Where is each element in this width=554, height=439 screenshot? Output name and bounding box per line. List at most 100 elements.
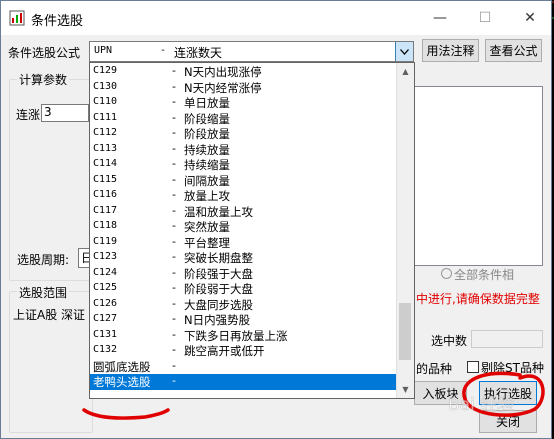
add-to-block-button[interactable]: 入板块 [414, 381, 467, 405]
dropdown-item-code: C123 [93, 251, 118, 262]
formula-select[interactable]: UPN - 连涨数天 [89, 41, 414, 62]
selected-count-label: 选中数 [431, 334, 468, 348]
dropdown-item-sep: - [172, 358, 176, 372]
formula-selected-code: UPN [94, 45, 113, 56]
dropdown-item[interactable]: C132 - 跳空高开或低开 [90, 343, 399, 359]
dropdown-item-sep: - [172, 281, 176, 294]
title-bar: 条件选股 — ☐ ✕ [1, 1, 551, 35]
exclude-st-checkbox[interactable] [467, 361, 479, 373]
dropdown-item-name: 突破长期盘整 [184, 251, 253, 265]
dropdown-item[interactable]: C114 - 持续缩量 [90, 157, 399, 173]
dropdown-item[interactable]: C116 - 放量上攻 [90, 188, 399, 204]
dropdown-item-sep: - [172, 296, 176, 310]
dropdown-item-sep: - [172, 374, 176, 387]
usage-notes-button[interactable]: 用法注释 [422, 39, 479, 62]
dropdown-item-sep: - [172, 250, 176, 263]
close-button[interactable]: 关闭 [479, 410, 537, 433]
dropdown-item-code: C129 [93, 65, 118, 76]
minimize-button[interactable]: — [417, 1, 463, 35]
dropdown-item-sep: - [172, 126, 176, 139]
dropdown-item-name: N日内强势股 [184, 313, 251, 327]
all-conditions-label: 全部条件相 [454, 268, 515, 282]
dropdown-item-name: N天内出现涨停 [184, 65, 262, 79]
dropdown-item-sep: - [172, 172, 176, 186]
varieties-label: 的品种 [416, 362, 453, 376]
dropdown-item-name: 阶段缩量 [184, 111, 230, 126]
dropdown-item-sep: - [172, 327, 176, 341]
formula-description-area [413, 86, 543, 266]
dropdown-item-code: C125 [93, 282, 118, 293]
dropdown-item[interactable]: C130 - N天内经常涨停 [90, 80, 399, 96]
dropdown-item-sep: - [172, 64, 176, 77]
scroll-up-icon[interactable]: ▲ [397, 63, 414, 80]
dropdown-item-code: C124 [93, 266, 118, 278]
dropdown-item[interactable]: 圆弧底选股 - [90, 359, 399, 375]
lianzhang-value: 3 [44, 105, 52, 119]
dropdown-item-name: 持续缩量 [184, 158, 230, 172]
lianzhang-input[interactable]: 3 [41, 104, 89, 122]
period-label: 选股周期: [17, 253, 70, 267]
formula-selected-name: 连涨数天 [174, 46, 223, 60]
execute-screen-button[interactable]: 执行选股 [479, 381, 537, 405]
dropdown-item-sep: - [172, 343, 176, 356]
dropdown-item-sep: - [172, 110, 176, 124]
formula-dropdown-list[interactable]: C129- N天内出现涨停 C130- N天内经常涨停 C110- 单日放量 C111- 阶段… [89, 62, 415, 399]
dropdown-item-code: C118 [93, 220, 118, 231]
view-formula-button[interactable]: 查看公式 [485, 39, 542, 62]
dropdown-item-name: N天内经常涨停 [184, 80, 262, 95]
dropdown-item[interactable]: C110 - 单日放量 [90, 95, 399, 111]
dropdown-item-name: 突然放量 [184, 220, 230, 234]
close-window-button[interactable]: ✕ [507, 1, 553, 35]
formula-selected-sep: - [160, 45, 167, 56]
chevron-down-icon[interactable] [395, 42, 413, 61]
dropdown-item[interactable]: C129 - N天内出现涨停 [90, 64, 399, 80]
dropdown-item[interactable]: C115 - 间隔放量 [90, 173, 399, 189]
dropdown-item-name: 大盘同步选股 [184, 297, 253, 312]
all-conditions-radio[interactable] [441, 268, 452, 279]
dropdown-item-code: C116 [93, 189, 118, 200]
dropdown-item-code: 老鸭头选股 [93, 375, 151, 389]
dropdown-item[interactable]: C118 - 突然放量 [90, 219, 399, 235]
dropdown-item-sep: - [172, 265, 176, 279]
dropdown-item[interactable]: C131 - 下跌多日再放量上涨 [90, 328, 399, 344]
dropdown-item-name: 跳空高开或低开 [184, 344, 265, 358]
dropdown-item[interactable]: C127 - N日内强势股 [90, 312, 399, 328]
calc-params-label: 计算参数 [17, 71, 70, 88]
close-icon: ✕ [524, 10, 536, 26]
dropdown-item[interactable]: C126 - 大盘同步选股 [90, 297, 399, 313]
dropdown-item[interactable]: C112 - 阶段放量 [90, 126, 399, 142]
dropdown-item-code: C114 [93, 158, 118, 169]
dropdown-item[interactable]: C123 - 突破长期盘整 [90, 250, 399, 266]
dropdown-item-name: 阶段强于大盘 [184, 266, 253, 281]
dropdown-item[interactable]: 老鸭头选股 - [90, 374, 399, 390]
dropdown-item[interactable]: C125 - 阶段弱于大盘 [90, 281, 399, 297]
scroll-thumb[interactable] [399, 302, 411, 360]
dropdown-item-name: 放量上攻 [184, 189, 230, 203]
dropdown-item[interactable]: C117 - 温和放量上攻 [90, 204, 399, 220]
minimize-icon: — [433, 10, 447, 26]
dropdown-item-sep: - [172, 219, 176, 232]
scroll-down-icon[interactable]: ▼ [397, 381, 414, 398]
range-markets: 上证A股 深证 [13, 308, 86, 322]
dropdown-item-sep: - [172, 188, 176, 201]
dropdown-item-name: 阶段放量 [184, 127, 230, 141]
dropdown-item-name: 单日放量 [184, 96, 230, 110]
dropdown-item-code: C110 [93, 96, 118, 107]
data-warning-text: 中进行,请确保数据完整 [416, 292, 540, 306]
dropdown-item-code: C132 [93, 344, 118, 355]
dropdown-item-code: C119 [93, 235, 118, 247]
dropdown-item[interactable]: C111 - 阶段缩量 [90, 111, 399, 127]
stock-screener-dialog: 条件选股 — ☐ ✕ 条件选股公式 UPN - 连涨数天 用法注释 查看公式 计… [0, 0, 552, 439]
dropdown-item-sep: - [172, 157, 176, 170]
app-icon [9, 10, 25, 26]
dropdown-item-name: 持续放量 [184, 142, 230, 157]
dropdown-item[interactable]: C119 - 平台整理 [90, 235, 399, 251]
maximize-button[interactable]: ☐ [462, 1, 508, 35]
window-title: 条件选股 [31, 14, 84, 29]
dropdown-item-name: 温和放量上攻 [184, 204, 253, 219]
dropdown-scrollbar[interactable]: ▲ ▼ [396, 63, 414, 398]
dropdown-item[interactable]: C124 - 阶段强于大盘 [90, 266, 399, 282]
dropdown-item-name: 平台整理 [184, 235, 230, 250]
dropdown-item[interactable]: C113 - 持续放量 [90, 142, 399, 158]
selected-count-field [471, 330, 543, 348]
